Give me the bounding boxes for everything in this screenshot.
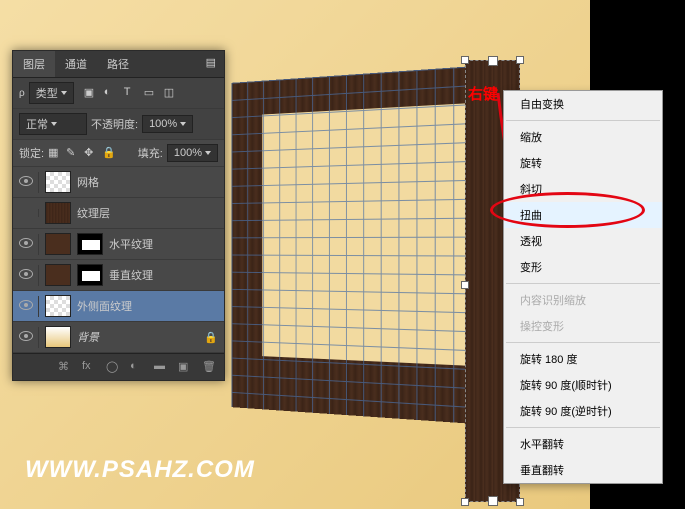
menu-flip-vertical[interactable]: 垂直翻转 <box>504 457 662 483</box>
frame-interior <box>262 103 475 366</box>
menu-separator <box>506 283 660 284</box>
filter-smart-icon[interactable]: ◫ <box>164 86 178 100</box>
filter-shape-icon[interactable]: ▭ <box>144 86 158 100</box>
menu-separator <box>506 120 660 121</box>
menu-rotate[interactable]: 旋转 <box>504 150 662 176</box>
menu-separator <box>506 342 660 343</box>
menu-rotate-180[interactable]: 旋转 180 度 <box>504 346 662 372</box>
adjustment-icon[interactable]: ◐ <box>130 360 144 374</box>
blend-row: 正常 不透明度: 100% <box>13 109 224 140</box>
lock-label: 锁定: <box>19 145 44 161</box>
layer-thumb[interactable] <box>45 326 71 348</box>
menu-skew[interactable]: 斜切 <box>504 176 662 202</box>
menu-flip-horizontal[interactable]: 水平翻转 <box>504 431 662 457</box>
annotation-right-click: 右键 <box>468 83 498 104</box>
tab-paths[interactable]: 路径 <box>97 51 139 77</box>
chevron-down-icon <box>51 122 57 126</box>
tab-layers[interactable]: 图层 <box>13 51 55 77</box>
fill-label: 填充: <box>138 145 163 161</box>
watermark: WWW.PSAHZ.COM <box>25 456 255 484</box>
link-icon[interactable]: ⌘ <box>58 360 72 374</box>
lock-row: 锁定: ▦ ✎ ✥ 🔒 填充: 100% <box>13 140 224 167</box>
panel-footer: ⌘ fx ◯ ◐ ▬ ▣ 🗑 <box>13 353 224 380</box>
layer-row[interactable]: 纹理层 <box>13 198 224 229</box>
kind-filter-row: ρ 类型 ▣ ◐ T ▭ ◫ <box>13 78 224 109</box>
blend-mode-select[interactable]: 正常 <box>19 113 87 135</box>
menu-distort[interactable]: 扭曲 <box>504 202 662 228</box>
trash-icon[interactable]: 🗑 <box>202 360 216 374</box>
lock-brush-icon[interactable]: ✎ <box>66 146 80 160</box>
visibility-toggle[interactable] <box>13 172 39 193</box>
new-layer-icon[interactable]: ▣ <box>178 360 192 374</box>
filter-adjust-icon[interactable]: ◐ <box>104 86 118 100</box>
filter-image-icon[interactable]: ▣ <box>84 86 98 100</box>
layer-thumb[interactable] <box>45 233 71 255</box>
layer-row[interactable]: 网格 <box>13 167 224 198</box>
menu-free-transform[interactable]: 自由变换 <box>504 91 662 117</box>
layer-row[interactable]: 外侧面纹理 <box>13 291 224 322</box>
layer-list: 网格 纹理层 水平纹理 垂直纹理 外侧面纹理 背景 🔒 <box>13 167 224 353</box>
folder-icon[interactable]: ▬ <box>154 360 168 374</box>
opacity-value[interactable]: 100% <box>142 115 193 133</box>
layer-row[interactable]: 垂直纹理 <box>13 260 224 291</box>
panel-tabs: 图层 通道 路径 ▤ <box>13 51 224 78</box>
transform-handle[interactable] <box>516 56 524 64</box>
eye-icon <box>19 331 33 341</box>
visibility-toggle[interactable] <box>13 265 39 286</box>
menu-puppet-warp: 操控变形 <box>504 313 662 339</box>
chevron-down-icon <box>61 91 67 95</box>
visibility-toggle[interactable] <box>13 327 39 348</box>
menu-rotate-90ccw[interactable]: 旋转 90 度(逆时针) <box>504 398 662 424</box>
layer-name: 垂直纹理 <box>109 267 153 283</box>
eye-icon <box>19 300 33 310</box>
menu-separator <box>506 427 660 428</box>
transform-target[interactable] <box>232 66 470 423</box>
layers-panel: 图层 通道 路径 ▤ ρ 类型 ▣ ◐ T ▭ ◫ 正常 不透明度: 100% … <box>12 50 225 381</box>
fill-value[interactable]: 100% <box>167 144 218 162</box>
transform-handle[interactable] <box>461 498 469 506</box>
transform-handle[interactable] <box>516 498 524 506</box>
layer-name: 纹理层 <box>77 205 110 221</box>
layer-name: 水平纹理 <box>109 236 153 252</box>
tab-channels[interactable]: 通道 <box>55 51 97 77</box>
menu-warp[interactable]: 变形 <box>504 254 662 280</box>
transform-handle[interactable] <box>461 281 469 289</box>
menu-perspective[interactable]: 透视 <box>504 228 662 254</box>
chevron-down-icon <box>205 151 211 155</box>
opacity-label: 不透明度: <box>91 116 138 132</box>
eye-icon <box>19 269 33 279</box>
filter-type-icon[interactable]: T <box>124 86 138 100</box>
layer-thumb[interactable] <box>45 264 71 286</box>
lock-icon: 🔒 <box>204 331 218 344</box>
layer-thumb[interactable] <box>45 202 71 224</box>
lock-all-icon[interactable]: 🔒 <box>102 146 116 160</box>
panel-menu-icon[interactable]: ▤ <box>198 51 224 77</box>
layer-name: 网格 <box>77 174 99 190</box>
menu-content-aware-scale: 内容识别缩放 <box>504 287 662 313</box>
lock-transparent-icon[interactable]: ▦ <box>48 146 62 160</box>
menu-scale[interactable]: 缩放 <box>504 124 662 150</box>
transform-handle[interactable] <box>461 56 469 64</box>
visibility-toggle[interactable] <box>13 296 39 317</box>
layer-row[interactable]: 水平纹理 <box>13 229 224 260</box>
kind-select[interactable]: 类型 <box>29 82 74 104</box>
layer-mask-thumb[interactable] <box>77 264 103 286</box>
layer-mask-thumb[interactable] <box>77 233 103 255</box>
layer-row[interactable]: 背景 🔒 <box>13 322 224 353</box>
layer-thumb[interactable] <box>45 171 71 193</box>
context-menu: 自由变换 缩放 旋转 斜切 扭曲 透视 变形 内容识别缩放 操控变形 旋转 18… <box>503 90 663 484</box>
fx-icon[interactable]: fx <box>82 360 96 374</box>
chevron-down-icon <box>180 122 186 126</box>
layer-thumb[interactable] <box>45 295 71 317</box>
menu-rotate-90cw[interactable]: 旋转 90 度(顺时针) <box>504 372 662 398</box>
layer-name: 背景 <box>77 329 99 345</box>
visibility-toggle[interactable] <box>13 209 39 217</box>
eye-icon <box>19 176 33 186</box>
visibility-toggle[interactable] <box>13 234 39 255</box>
eye-icon <box>19 238 33 248</box>
layer-name: 外侧面纹理 <box>77 298 132 314</box>
lock-move-icon[interactable]: ✥ <box>84 146 98 160</box>
mask-icon[interactable]: ◯ <box>106 360 120 374</box>
